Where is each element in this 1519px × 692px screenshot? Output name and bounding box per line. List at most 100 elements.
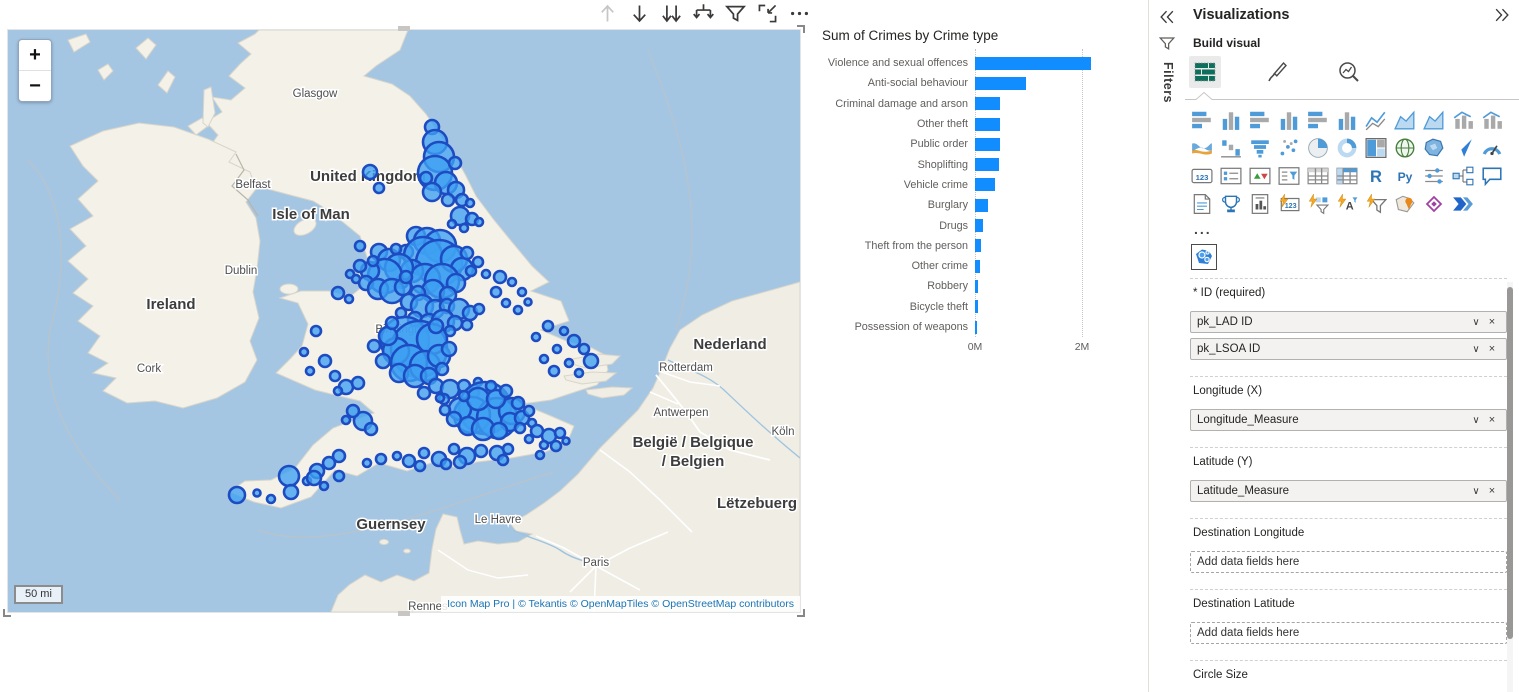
data-point-bubble[interactable] [403, 455, 415, 467]
data-point-bubble[interactable] [500, 385, 512, 397]
kpi-icon[interactable] [1249, 165, 1271, 187]
tab-analytics[interactable] [1333, 56, 1365, 88]
data-point-bubble[interactable] [306, 367, 314, 375]
data-point-bubble[interactable] [491, 287, 501, 297]
chevron-down-icon[interactable]: ∨ [1468, 486, 1484, 497]
data-point-bubble[interactable] [553, 345, 561, 353]
data-point-bubble[interactable] [333, 450, 345, 462]
data-point-bubble[interactable] [346, 270, 354, 278]
data-point-bubble[interactable] [440, 405, 450, 415]
bar-criminal-damage-and-arson[interactable] [975, 97, 1000, 110]
data-point-bubble[interactable] [549, 366, 559, 376]
data-point-bubble[interactable] [300, 348, 308, 356]
100-stacked-bar-chart-icon[interactable] [1307, 109, 1329, 131]
data-point-bubble[interactable] [473, 257, 483, 267]
data-point-bubble[interactable] [254, 490, 261, 497]
empty-field-well[interactable]: Add data fields here [1190, 551, 1507, 573]
line-chart-icon[interactable] [1365, 109, 1387, 131]
data-point-bubble[interactable] [466, 199, 474, 207]
bar-theft-from-the-person[interactable] [975, 239, 981, 252]
bar-vehicle-crime[interactable] [975, 178, 995, 191]
data-point-bubble[interactable] [563, 438, 570, 445]
map-canvas[interactable]: GlasgowBelfastUnited KingdomIsle of ManD… [8, 30, 800, 612]
resize-handle-bottom-right[interactable] [796, 608, 805, 617]
data-point-bubble[interactable] [579, 344, 589, 354]
more-options-icon[interactable] [788, 2, 811, 25]
data-point-bubble[interactable] [420, 172, 432, 184]
data-point-bubble[interactable] [319, 355, 331, 367]
data-point-bubble[interactable] [474, 304, 484, 314]
matrix-icon[interactable] [1336, 165, 1358, 187]
expand-next-level-icon[interactable] [692, 2, 715, 25]
data-point-bubble[interactable] [560, 327, 568, 335]
data-point-bubble[interactable] [448, 220, 456, 228]
data-point-bubble[interactable] [525, 299, 532, 306]
data-point-bubble[interactable] [342, 416, 350, 424]
data-point-bubble[interactable] [525, 435, 533, 443]
bar-public-order[interactable] [975, 138, 1000, 151]
data-point-bubble[interactable] [345, 295, 353, 303]
data-point-bubble[interactable] [568, 335, 580, 347]
bar-anti-social-behaviour[interactable] [975, 77, 1026, 90]
scatter-chart-icon[interactable] [1278, 137, 1300, 159]
field-pill[interactable]: pk_LAD ID∨× [1190, 311, 1507, 333]
data-point-bubble[interactable] [393, 452, 401, 460]
funnel-icon[interactable] [1158, 34, 1176, 52]
smart-narrative-icon[interactable] [1423, 165, 1445, 187]
data-point-bubble[interactable] [475, 445, 487, 457]
data-point-bubble[interactable] [365, 423, 377, 435]
data-point-bubble[interactable] [279, 466, 299, 486]
button-slicer-icon[interactable] [1365, 193, 1387, 215]
expand-filters-icon[interactable] [1158, 8, 1176, 26]
data-point-bubble[interactable] [494, 271, 506, 283]
data-point-bubble[interactable] [512, 397, 524, 409]
bar-other-theft[interactable] [975, 118, 1000, 131]
data-point-bubble[interactable] [436, 394, 444, 402]
data-point-bubble[interactable] [515, 423, 525, 433]
collapse-pane-icon[interactable] [1493, 6, 1511, 24]
chevron-down-icon[interactable]: ∨ [1468, 415, 1484, 426]
bar-drugs[interactable] [975, 219, 983, 232]
bar-possession-of-weapons[interactable] [975, 321, 977, 334]
donut-chart-icon[interactable] [1336, 137, 1358, 159]
data-point-bubble[interactable] [461, 247, 473, 259]
pie-chart-icon[interactable] [1307, 137, 1329, 159]
stacked-column-chart-icon[interactable] [1220, 109, 1242, 131]
data-point-bubble[interactable] [449, 444, 459, 454]
text-slicer-icon[interactable] [1336, 193, 1358, 215]
new-card-icon[interactable] [1278, 193, 1300, 215]
data-point-bubble[interactable] [229, 487, 245, 503]
data-point-bubble[interactable] [486, 381, 496, 391]
100-stacked-column-chart-icon[interactable] [1336, 109, 1358, 131]
resize-handle-bottom[interactable] [398, 611, 410, 616]
field-pill[interactable]: pk_LSOA ID∨× [1190, 338, 1507, 360]
data-point-bubble[interactable] [334, 387, 342, 395]
area-chart-icon[interactable] [1394, 109, 1416, 131]
data-point-bubble[interactable] [575, 369, 583, 377]
data-point-bubble[interactable] [584, 354, 598, 368]
data-point-bubble[interactable] [368, 256, 378, 266]
data-point-bubble[interactable] [363, 459, 371, 467]
data-point-bubble[interactable] [475, 218, 483, 226]
bar-shoplifting[interactable] [975, 158, 999, 171]
azure-map-icon[interactable] [1452, 137, 1474, 159]
data-point-bubble[interactable] [320, 482, 328, 490]
data-point-bubble[interactable] [441, 459, 451, 469]
data-point-bubble[interactable] [555, 428, 565, 438]
python-visual-icon[interactable] [1394, 165, 1416, 187]
data-point-bubble[interactable] [524, 406, 534, 416]
data-point-bubble[interactable] [376, 454, 386, 464]
r-script-visual-icon[interactable] [1365, 165, 1387, 187]
multi-row-card-icon[interactable] [1220, 165, 1242, 187]
data-point-bubble[interactable] [429, 319, 443, 333]
data-point-bubble[interactable] [330, 371, 340, 381]
data-point-bubble[interactable] [436, 363, 448, 375]
decomposition-tree-icon[interactable] [1452, 165, 1474, 187]
bar-robbery[interactable] [975, 280, 978, 293]
data-point-bubble[interactable] [386, 317, 398, 329]
narrative-icon[interactable] [1191, 193, 1213, 215]
data-point-bubble[interactable] [502, 299, 510, 307]
table-icon[interactable] [1307, 165, 1329, 187]
data-point-bubble[interactable] [508, 278, 516, 286]
power-apps-icon[interactable] [1423, 193, 1445, 215]
